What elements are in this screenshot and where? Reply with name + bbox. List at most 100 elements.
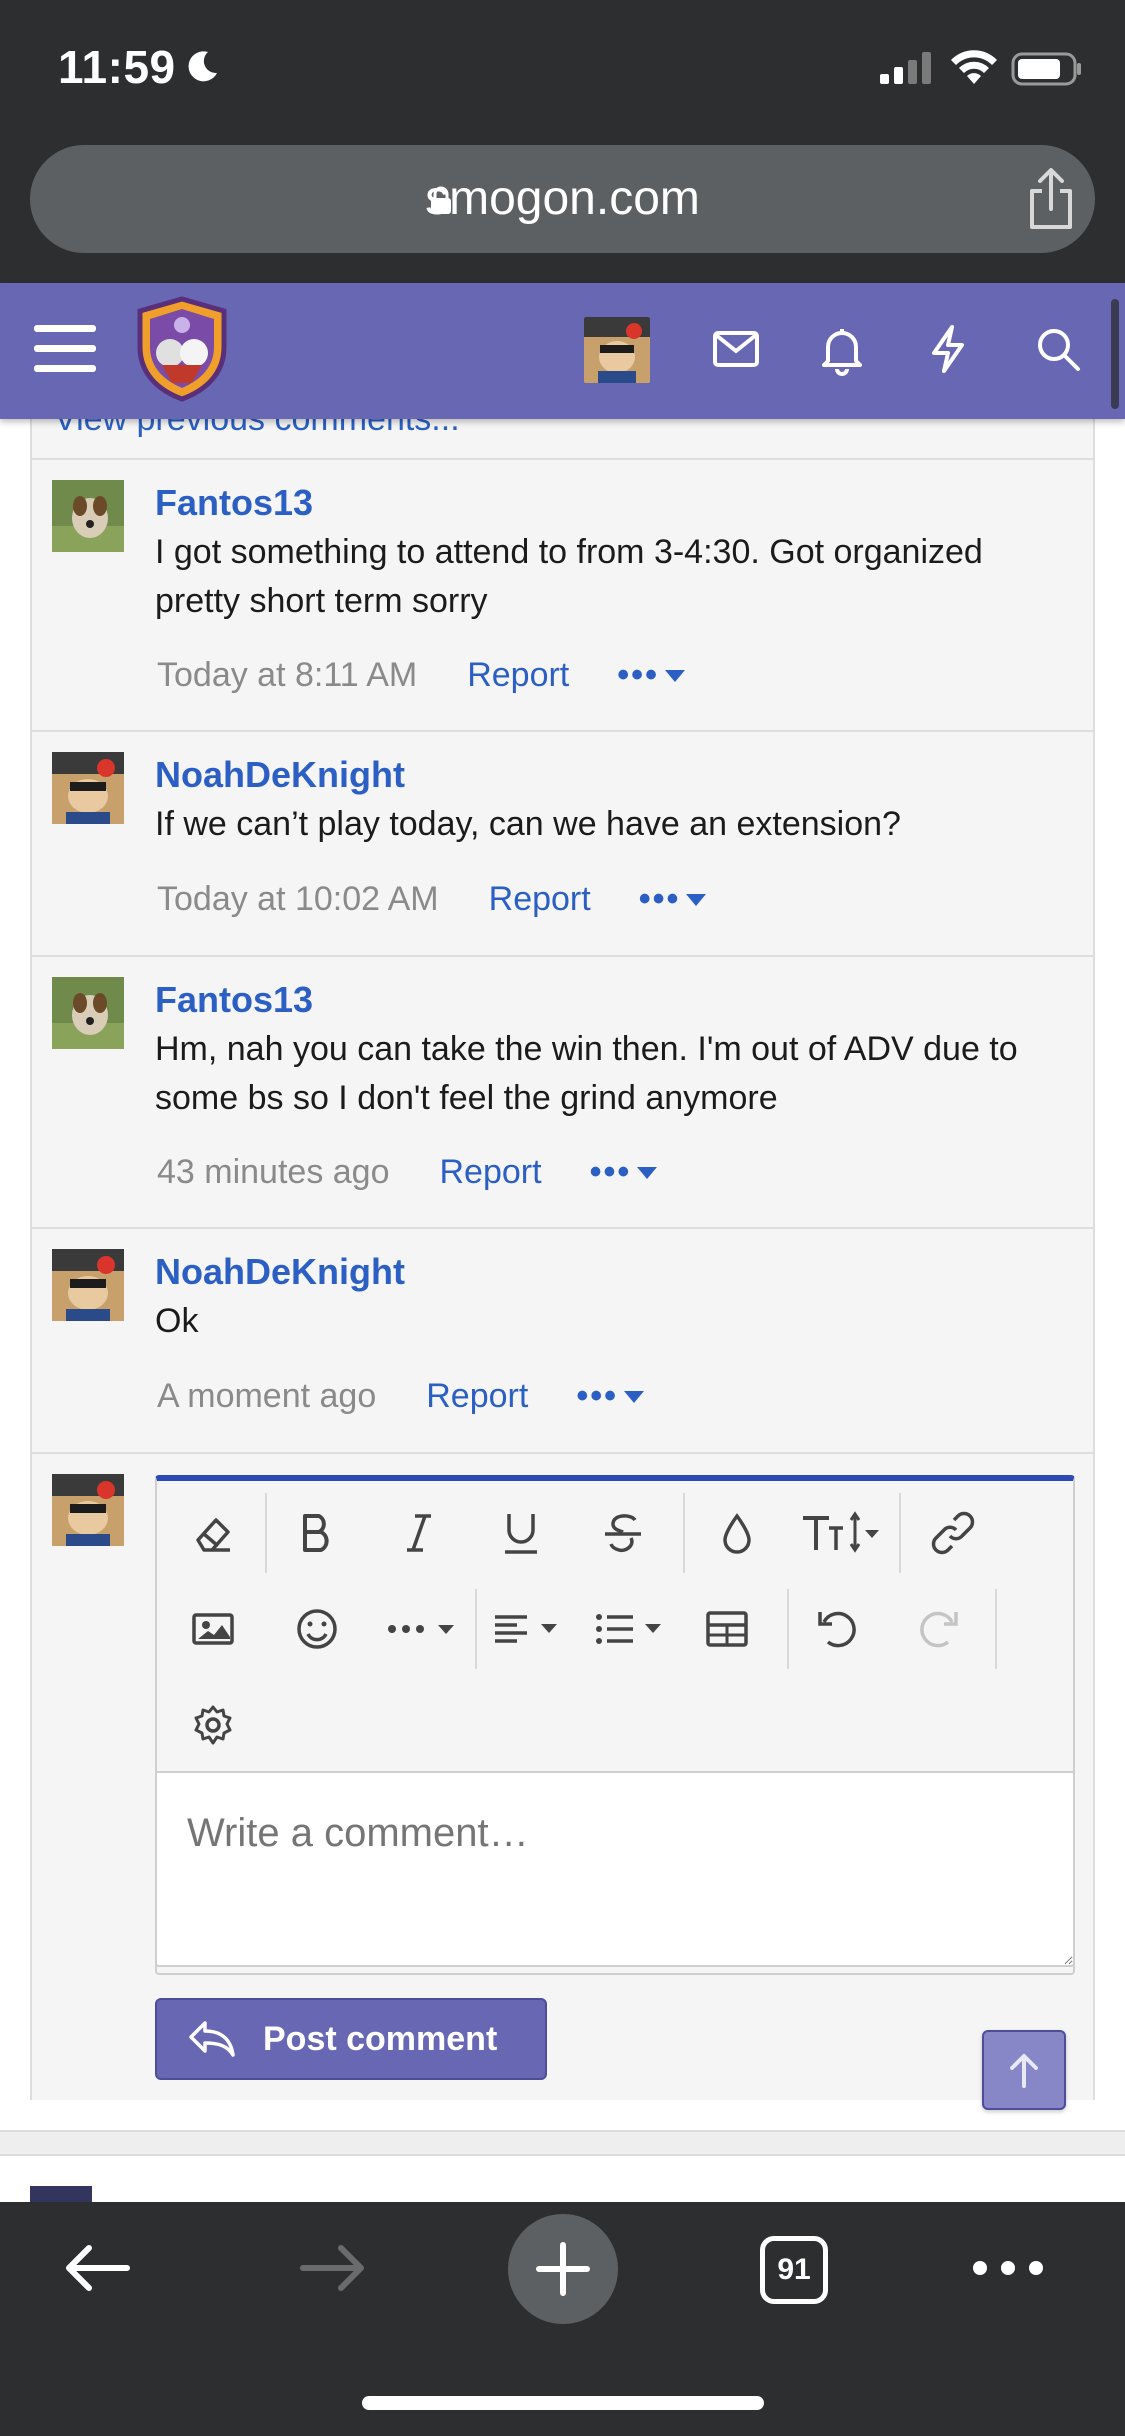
comment-input[interactable] (155, 1771, 1075, 1967)
section-divider (0, 2130, 1125, 2156)
text-color-icon[interactable] (707, 1503, 767, 1563)
battery-icon (1011, 52, 1081, 86)
comment-text: If we can’t play today, can we have an e… (155, 805, 901, 843)
current-user-avatar (52, 1474, 124, 1546)
table-icon[interactable] (697, 1599, 757, 1659)
align-icon[interactable] (487, 1599, 577, 1659)
redo-icon[interactable] (909, 1599, 969, 1659)
caret-down-icon (664, 669, 685, 682)
page-scrollbar[interactable] (1111, 299, 1119, 409)
comment-time[interactable]: A moment ago (157, 1377, 376, 1416)
comment-meta: Today at 10:02 AM Report ••• (157, 880, 707, 919)
more-dots: ••• (576, 1377, 619, 1415)
toolbar-divider (995, 1589, 997, 1669)
url-text[interactable]: smogon.com (30, 171, 1095, 226)
report-link[interactable]: Report (489, 880, 591, 919)
address-bar[interactable]: smogon.com (30, 145, 1095, 253)
mail-icon[interactable] (708, 321, 764, 377)
scroll-to-top-button[interactable] (982, 2030, 1066, 2110)
underline-icon[interactable] (491, 1503, 551, 1563)
font-size-icon[interactable] (797, 1503, 887, 1563)
comment-author[interactable]: Fantos13 (155, 979, 313, 1021)
comment-time[interactable]: 43 minutes ago (157, 1153, 390, 1192)
back-button[interactable] (52, 2238, 142, 2298)
smogon-logo[interactable] (132, 295, 232, 403)
more-options-icon[interactable] (379, 1599, 469, 1659)
caret-down-icon (624, 1390, 645, 1403)
post-comment-label: Post comment (263, 2019, 498, 2058)
more-dots: ••• (638, 880, 681, 918)
toolbar-divider (787, 1589, 789, 1669)
moon-icon (188, 51, 217, 82)
status-time: 11:59 (58, 41, 176, 93)
report-link[interactable]: Report (467, 656, 569, 695)
share-icon[interactable] (1022, 167, 1080, 231)
comment-item: Fantos13 I got something to attend to fr… (32, 458, 1093, 730)
settings-icon[interactable] (183, 1695, 243, 1755)
cellular-signal-icon (880, 52, 931, 84)
arrow-right-icon (300, 2245, 364, 2291)
comment-meta: 43 minutes ago Report ••• (157, 1153, 658, 1192)
more-dots: ••• (589, 1153, 632, 1191)
bold-icon[interactable] (287, 1503, 347, 1563)
comment-time[interactable]: Today at 8:11 AM (157, 656, 417, 695)
more-actions-menu[interactable]: ••• (576, 1377, 645, 1416)
strikethrough-icon[interactable] (593, 1503, 653, 1563)
report-link[interactable]: Report (426, 1377, 528, 1416)
comment-meta: A moment ago Report ••• (157, 1377, 645, 1416)
arrow-left-icon (66, 2245, 130, 2291)
bell-icon[interactable] (814, 321, 870, 377)
menu-icon[interactable] (34, 323, 96, 375)
forward-button[interactable] (288, 2238, 378, 2298)
comment-editor (155, 1475, 1075, 1975)
ellipsis-icon (973, 2261, 1043, 2275)
emoji-icon[interactable] (287, 1599, 347, 1659)
comment-author[interactable]: Fantos13 (155, 482, 313, 524)
more-actions-menu[interactable]: ••• (590, 1153, 658, 1192)
comment-item: NoahDeKnight Ok A moment ago Report ••• (32, 1227, 1093, 1452)
more-actions-menu[interactable]: ••• (617, 656, 685, 695)
tabs-button[interactable]: 91 (760, 2236, 828, 2304)
post-comment-button[interactable]: Post comment (155, 1998, 547, 2080)
home-indicator (362, 2396, 764, 2410)
reply-icon (189, 2021, 235, 2057)
link-icon[interactable] (923, 1503, 983, 1563)
comment-avatar[interactable] (52, 752, 124, 824)
toolbar-divider (265, 1493, 267, 1573)
search-icon[interactable] (1030, 321, 1086, 377)
italic-icon[interactable] (389, 1503, 449, 1563)
comment-text: I got something to attend to from 3-4:30… (155, 533, 983, 620)
user-avatar[interactable] (584, 317, 650, 383)
list-icon[interactable] (589, 1599, 679, 1659)
more-menu-button[interactable] (968, 2248, 1048, 2288)
comment-text: Ok (155, 1302, 199, 1340)
comment-item: Fantos13 Hm, nah you can take the win th… (32, 955, 1093, 1227)
comment-author[interactable]: NoahDeKnight (155, 1251, 405, 1293)
comment-author[interactable]: NoahDeKnight (155, 754, 405, 796)
image-icon[interactable] (183, 1599, 243, 1659)
toolbar-divider (899, 1493, 901, 1573)
more-actions-menu[interactable]: ••• (639, 880, 707, 919)
comment-avatar[interactable] (52, 977, 124, 1049)
eraser-icon[interactable] (183, 1503, 243, 1563)
undo-icon[interactable] (807, 1599, 867, 1659)
caret-down-icon (637, 1166, 658, 1179)
profile-post-comments: View previous comments... Fantos13 I got… (30, 380, 1095, 2110)
report-link[interactable]: Report (440, 1153, 542, 1192)
site-header (0, 283, 1125, 419)
comment-meta: Today at 8:11 AM Report ••• (157, 656, 685, 695)
caret-down-icon (686, 893, 707, 906)
toolbar-divider (683, 1493, 685, 1573)
new-tab-button[interactable] (508, 2214, 618, 2324)
lightning-icon[interactable] (920, 321, 976, 377)
ios-status-and-url-area: 11:59 smogon.com (0, 0, 1125, 283)
plus-icon (536, 2242, 590, 2296)
arrow-up-icon (1010, 2054, 1038, 2088)
more-dots: ••• (617, 656, 659, 694)
wifi-icon (951, 50, 997, 84)
toolbar-divider (475, 1589, 477, 1669)
comment-text: Hm, nah you can take the win then. I'm o… (155, 1030, 1018, 1117)
comment-avatar[interactable] (52, 480, 124, 552)
comment-avatar[interactable] (52, 1249, 124, 1321)
comment-time[interactable]: Today at 10:02 AM (157, 880, 439, 919)
